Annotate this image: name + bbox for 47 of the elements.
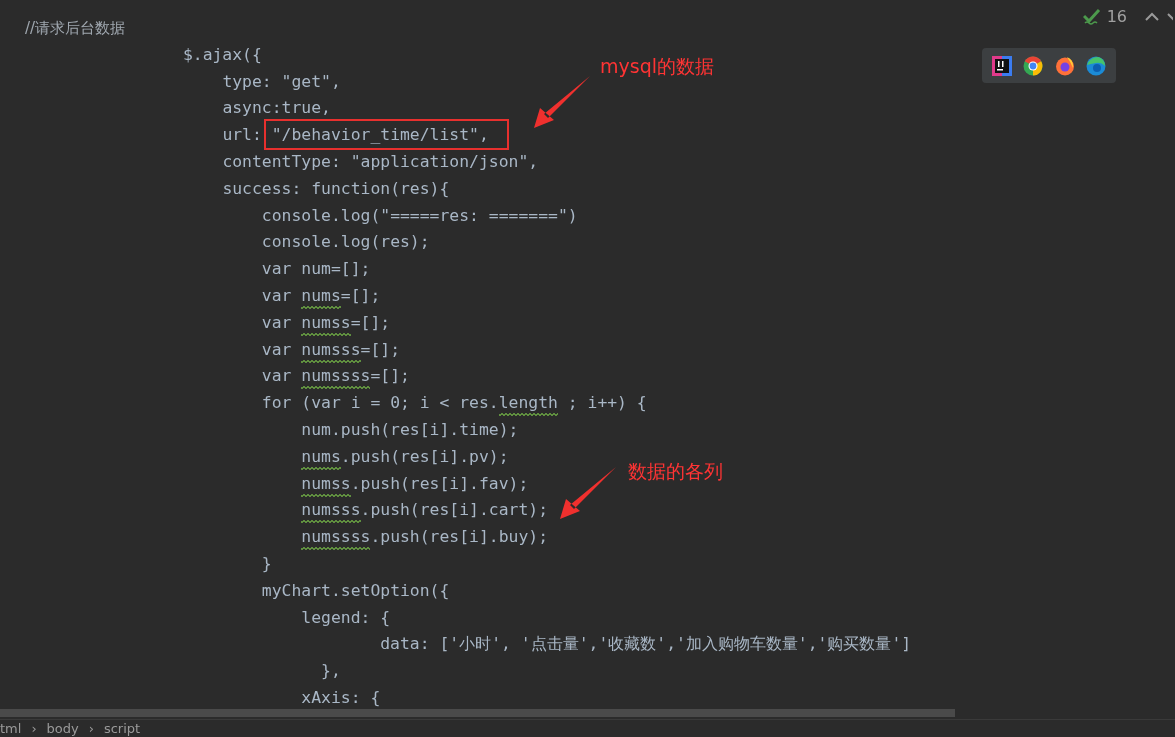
code-text: contentType: "application/json", bbox=[222, 152, 539, 171]
code-text: .push(res[i].pv); bbox=[340, 446, 509, 466]
code-text: console.log("=====res: =======") bbox=[261, 205, 578, 225]
code-text: for (var i = 0; i < res. bbox=[261, 393, 499, 413]
code-text: .push(res[i].fav); bbox=[350, 473, 529, 493]
code-text: $.ajax({ bbox=[182, 44, 262, 64]
breadcrumb-separator: › bbox=[88, 721, 94, 736]
breadcrumb-item[interactable]: script bbox=[103, 721, 141, 736]
edge-icon[interactable] bbox=[1086, 55, 1107, 76]
breadcrumb-item[interactable]: tml bbox=[0, 721, 22, 736]
code-text: xAxis: { bbox=[301, 687, 381, 707]
code-text: =[]; bbox=[350, 312, 391, 332]
code-text: .push(res[i].buy); bbox=[370, 527, 548, 547]
chrome-icon[interactable] bbox=[1023, 55, 1044, 76]
code-text: var bbox=[261, 339, 293, 359]
annotation-label: mysql的数据 bbox=[600, 54, 714, 79]
code-text: myChart.setOption({ bbox=[261, 580, 450, 600]
code-text: url: bbox=[222, 125, 263, 145]
code-text: legend: { bbox=[301, 607, 391, 627]
ide-icon[interactable] bbox=[991, 55, 1012, 76]
code-text: data: ['小时', '点击量','收藏数','加入购物车数量','购买数量'] bbox=[380, 634, 912, 654]
code-text: =[]; bbox=[370, 366, 410, 386]
code-text: }, bbox=[321, 661, 341, 681]
code-text: .push(res[i].cart); bbox=[360, 500, 549, 520]
code-text: var num=[]; bbox=[261, 259, 371, 279]
code-text: ; i++) { bbox=[567, 393, 647, 413]
code-text: success: function(res){ bbox=[222, 178, 450, 198]
code-text: async:true, bbox=[222, 98, 331, 118]
problem-count: 16 bbox=[1106, 7, 1127, 26]
highlighted-code: "/behavior_time/list", bbox=[263, 119, 509, 151]
caret-up-icon[interactable] bbox=[1145, 12, 1159, 21]
code-text: type: "get", bbox=[222, 71, 341, 91]
code-text: num.push(res[i].time); bbox=[301, 419, 519, 439]
annotation-label: 数据的各列 bbox=[628, 459, 723, 484]
check-icon[interactable] bbox=[1082, 8, 1101, 25]
code-text: console.log(res); bbox=[261, 232, 430, 252]
code-text: var bbox=[261, 366, 293, 386]
code-text: =[]; bbox=[340, 285, 381, 305]
breadcrumb-item[interactable]: body bbox=[46, 721, 79, 736]
breadcrumb-separator: › bbox=[31, 721, 37, 736]
code-text: } bbox=[261, 553, 272, 573]
code-text: var bbox=[261, 285, 293, 305]
code-text: length bbox=[498, 393, 558, 417]
fox-icon[interactable] bbox=[1054, 55, 1075, 76]
code-text: var bbox=[261, 312, 293, 332]
code-text: =[]; bbox=[360, 339, 401, 359]
code-text: //请求后台数据 bbox=[25, 19, 126, 37]
